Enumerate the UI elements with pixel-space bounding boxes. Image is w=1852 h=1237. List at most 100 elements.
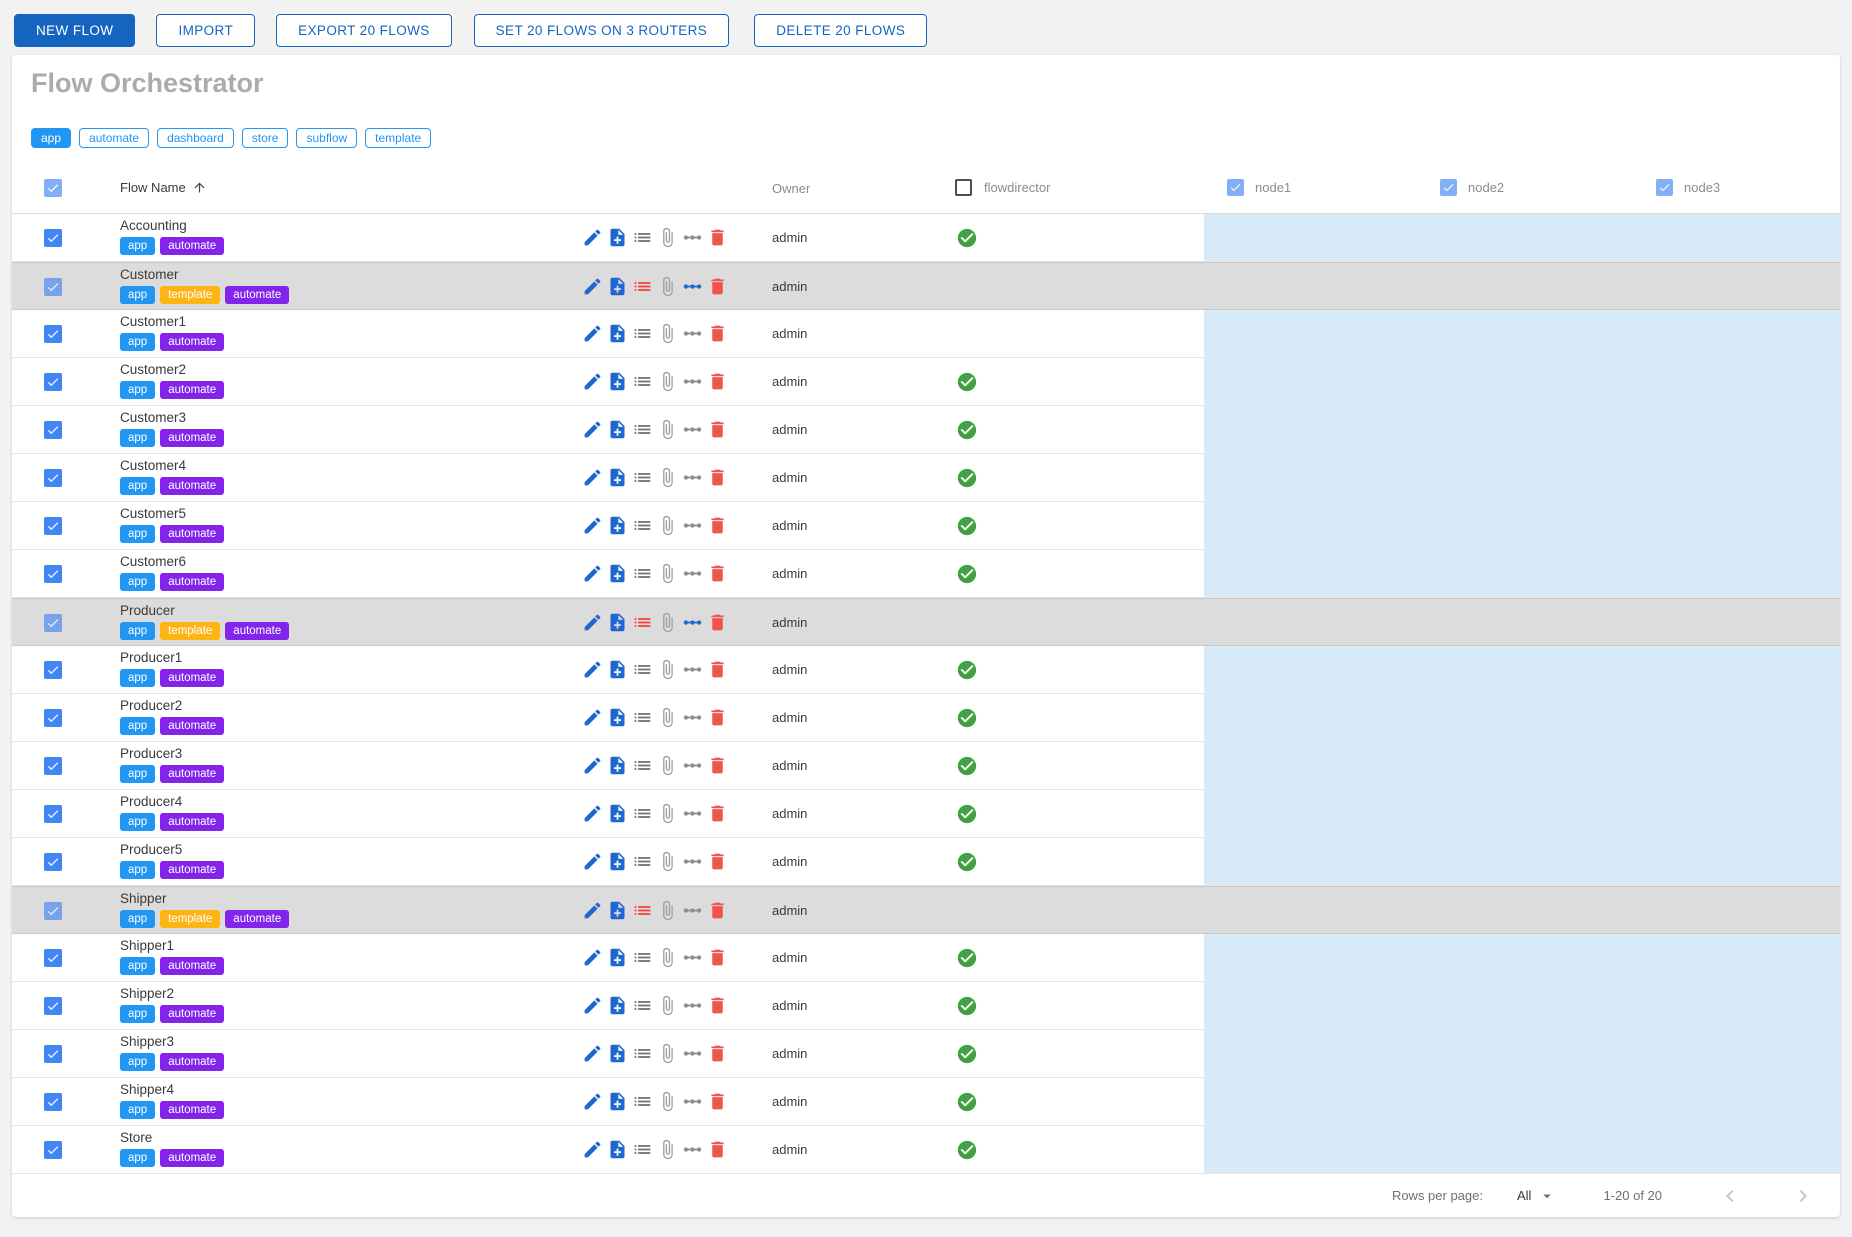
flow-list-button[interactable] — [632, 803, 653, 824]
flow-list-button[interactable] — [632, 707, 653, 728]
row-checkbox[interactable] — [44, 517, 62, 535]
add-flow-file-button[interactable] — [607, 419, 628, 440]
attachment-button[interactable] — [657, 419, 678, 440]
add-flow-file-button[interactable] — [607, 515, 628, 536]
filter-chip-store[interactable]: store — [242, 128, 289, 148]
row-checkbox[interactable] — [44, 469, 62, 487]
edit-flow-button[interactable] — [582, 900, 603, 921]
edit-flow-button[interactable] — [582, 995, 603, 1016]
route-nodes-button[interactable] — [682, 1043, 703, 1064]
flow-list-button[interactable] — [632, 612, 653, 633]
filter-chip-template[interactable]: template — [365, 128, 431, 148]
flow-list-button[interactable] — [632, 467, 653, 488]
add-flow-file-button[interactable] — [607, 323, 628, 344]
edit-flow-button[interactable] — [582, 1043, 603, 1064]
new-flow-button[interactable]: NEW FLOW — [14, 14, 135, 47]
add-flow-file-button[interactable] — [607, 995, 628, 1016]
add-flow-file-button[interactable] — [607, 1139, 628, 1160]
export-flows-button[interactable]: EXPORT 20 FLOWS — [276, 14, 452, 47]
attachment-button[interactable] — [657, 803, 678, 824]
attachment-button[interactable] — [657, 563, 678, 584]
row-checkbox[interactable] — [44, 949, 62, 967]
row-checkbox[interactable] — [44, 805, 62, 823]
route-nodes-button[interactable] — [682, 803, 703, 824]
route-nodes-button[interactable] — [682, 227, 703, 248]
flow-list-button[interactable] — [632, 947, 653, 968]
delete-flow-button[interactable] — [707, 227, 728, 248]
flow-list-button[interactable] — [632, 227, 653, 248]
add-flow-file-button[interactable] — [607, 563, 628, 584]
select-all-checkbox[interactable] — [44, 179, 62, 197]
flow-list-button[interactable] — [632, 1043, 653, 1064]
column-header-flow-name[interactable]: Flow Name — [120, 180, 207, 195]
flow-list-button[interactable] — [632, 563, 653, 584]
delete-flow-button[interactable] — [707, 851, 728, 872]
route-nodes-button[interactable] — [682, 851, 703, 872]
row-checkbox[interactable] — [44, 853, 62, 871]
node2-checkbox[interactable] — [1440, 179, 1457, 196]
delete-flows-button[interactable]: DELETE 20 FLOWS — [754, 14, 927, 47]
row-checkbox[interactable] — [44, 229, 62, 247]
attachment-button[interactable] — [657, 612, 678, 633]
edit-flow-button[interactable] — [582, 659, 603, 680]
route-nodes-button[interactable] — [682, 947, 703, 968]
attachment-button[interactable] — [657, 227, 678, 248]
edit-flow-button[interactable] — [582, 515, 603, 536]
attachment-button[interactable] — [657, 371, 678, 392]
import-button[interactable]: IMPORT — [156, 14, 255, 47]
previous-page-button[interactable] — [1718, 1184, 1742, 1208]
flowdirector-checkbox[interactable] — [955, 179, 972, 196]
row-checkbox[interactable] — [44, 565, 62, 583]
attachment-button[interactable] — [657, 947, 678, 968]
attachment-button[interactable] — [657, 276, 678, 297]
attachment-button[interactable] — [657, 1043, 678, 1064]
attachment-button[interactable] — [657, 755, 678, 776]
add-flow-file-button[interactable] — [607, 467, 628, 488]
row-checkbox[interactable] — [44, 902, 62, 920]
row-checkbox[interactable] — [44, 1045, 62, 1063]
filter-chip-subflow[interactable]: subflow — [296, 128, 357, 148]
row-checkbox[interactable] — [44, 757, 62, 775]
add-flow-file-button[interactable] — [607, 612, 628, 633]
flow-list-button[interactable] — [632, 995, 653, 1016]
flow-list-button[interactable] — [632, 659, 653, 680]
route-nodes-button[interactable] — [682, 563, 703, 584]
set-flows-on-routers-button[interactable]: SET 20 FLOWS ON 3 ROUTERS — [474, 14, 730, 47]
delete-flow-button[interactable] — [707, 467, 728, 488]
add-flow-file-button[interactable] — [607, 851, 628, 872]
route-nodes-button[interactable] — [682, 612, 703, 633]
node1-checkbox[interactable] — [1227, 179, 1244, 196]
delete-flow-button[interactable] — [707, 1043, 728, 1064]
row-checkbox[interactable] — [44, 997, 62, 1015]
add-flow-file-button[interactable] — [607, 1043, 628, 1064]
route-nodes-button[interactable] — [682, 1091, 703, 1112]
add-flow-file-button[interactable] — [607, 276, 628, 297]
attachment-button[interactable] — [657, 851, 678, 872]
edit-flow-button[interactable] — [582, 947, 603, 968]
add-flow-file-button[interactable] — [607, 371, 628, 392]
filter-chip-dashboard[interactable]: dashboard — [157, 128, 234, 148]
flow-list-button[interactable] — [632, 900, 653, 921]
edit-flow-button[interactable] — [582, 1091, 603, 1112]
route-nodes-button[interactable] — [682, 900, 703, 921]
delete-flow-button[interactable] — [707, 659, 728, 680]
attachment-button[interactable] — [657, 515, 678, 536]
attachment-button[interactable] — [657, 900, 678, 921]
delete-flow-button[interactable] — [707, 900, 728, 921]
edit-flow-button[interactable] — [582, 707, 603, 728]
route-nodes-button[interactable] — [682, 659, 703, 680]
route-nodes-button[interactable] — [682, 276, 703, 297]
route-nodes-button[interactable] — [682, 419, 703, 440]
edit-flow-button[interactable] — [582, 419, 603, 440]
row-checkbox[interactable] — [44, 709, 62, 727]
edit-flow-button[interactable] — [582, 563, 603, 584]
rows-per-page-select[interactable]: All — [1517, 1187, 1556, 1205]
route-nodes-button[interactable] — [682, 323, 703, 344]
route-nodes-button[interactable] — [682, 371, 703, 392]
filter-chip-app[interactable]: app — [31, 128, 71, 148]
edit-flow-button[interactable] — [582, 612, 603, 633]
edit-flow-button[interactable] — [582, 323, 603, 344]
flow-list-button[interactable] — [632, 1091, 653, 1112]
add-flow-file-button[interactable] — [607, 803, 628, 824]
flow-list-button[interactable] — [632, 851, 653, 872]
